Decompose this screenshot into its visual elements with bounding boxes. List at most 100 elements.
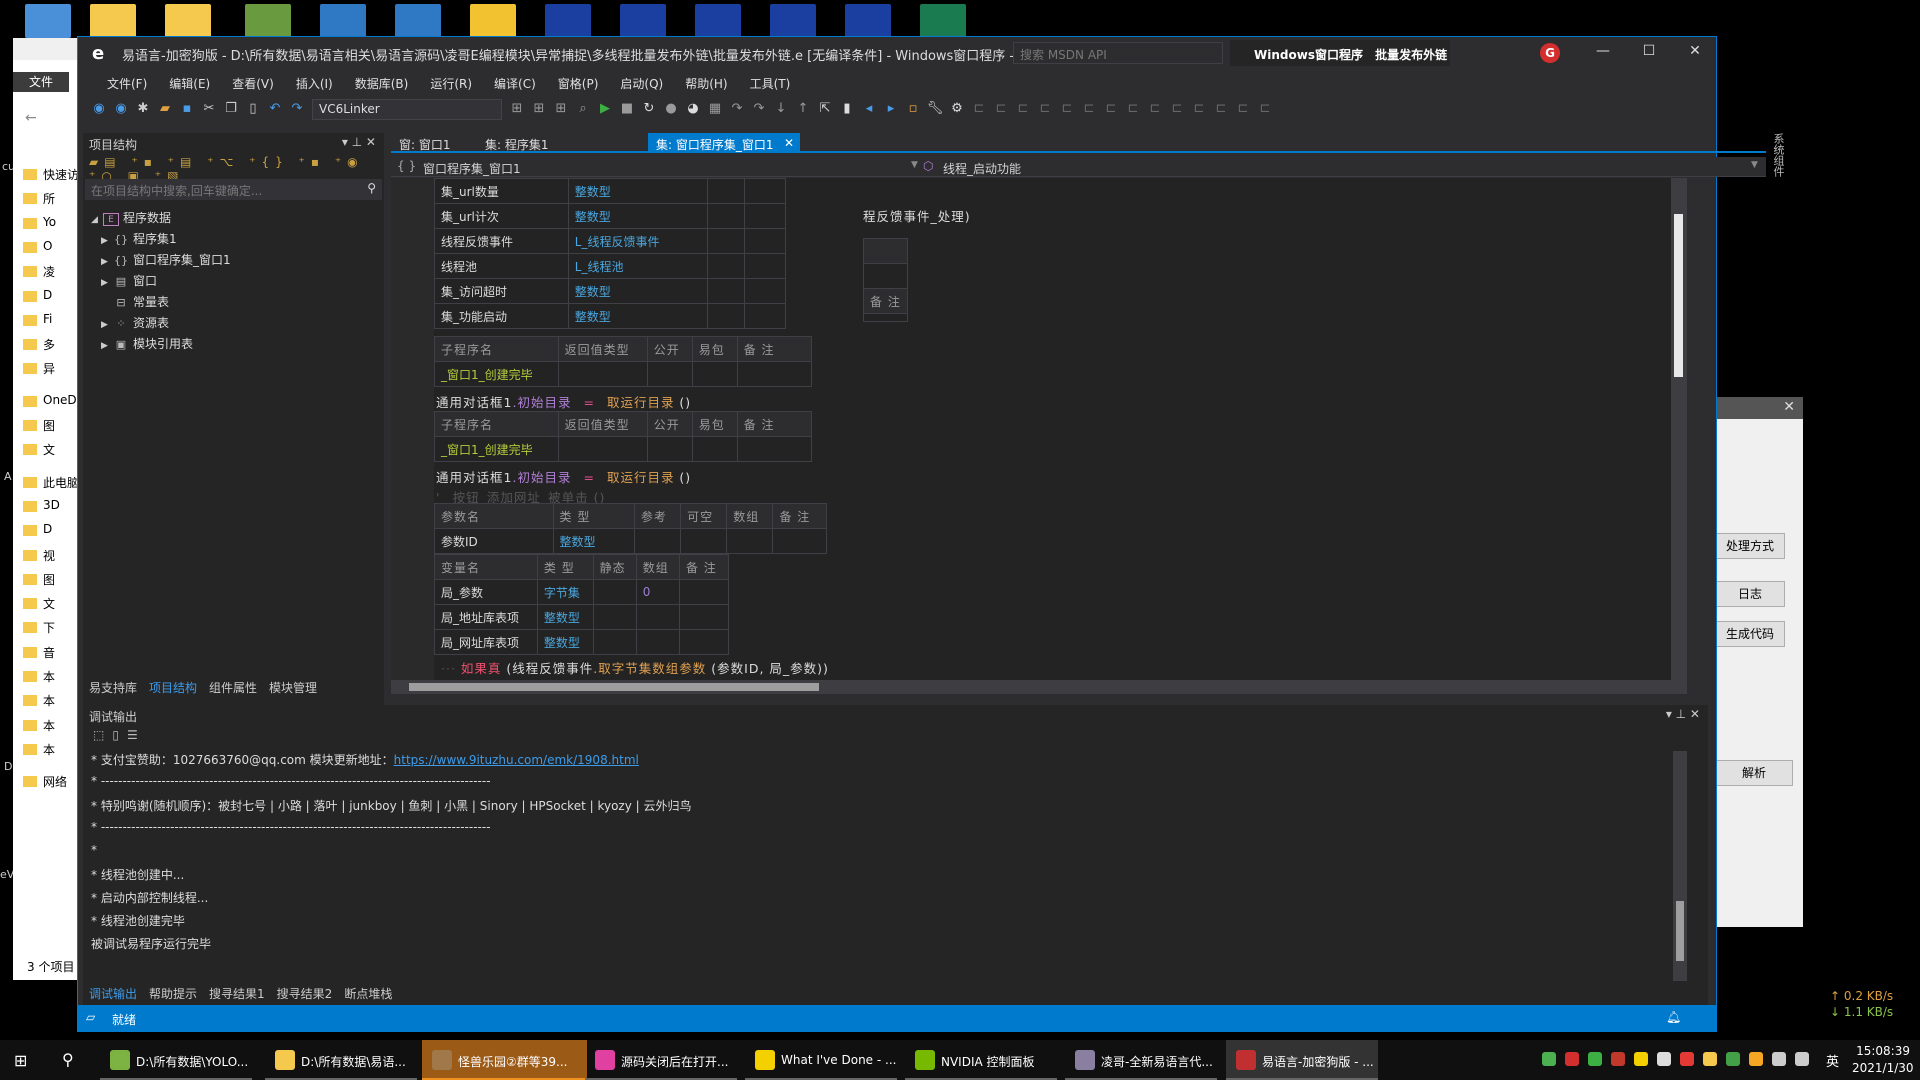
table-cell[interactable] — [646, 436, 693, 462]
menu-4[interactable]: 数据库(B) — [344, 71, 420, 96]
menu-8[interactable]: 启动(Q) — [609, 71, 674, 96]
restart-icon[interactable]: ↻ — [640, 100, 658, 118]
menu-1[interactable]: 编辑(E) — [158, 71, 221, 96]
bookmark-next-icon[interactable]: ▸ — [882, 100, 900, 118]
panel-tab[interactable]: 项目结构 — [143, 677, 204, 698]
panel-tab[interactable]: 帮助提示 — [143, 983, 203, 1004]
align-icon[interactable]: ⊏ — [1036, 100, 1054, 118]
table-cell[interactable]: 0 — [635, 579, 680, 605]
editor-horizontal-scrollbar[interactable] — [391, 680, 1687, 694]
explorer-file-tab[interactable]: 文件 — [13, 72, 69, 92]
method-selector[interactable]: 线程_启动功能 — [943, 160, 1021, 177]
bookmark-icon[interactable]: ▮ — [838, 100, 856, 118]
step-icon[interactable]: ↷ — [750, 100, 768, 118]
tray-icon[interactable] — [1772, 1052, 1786, 1066]
project-search-input[interactable]: 在项目结构中搜索,回车键确定... ⚲ — [85, 179, 382, 200]
scroll-thumb[interactable] — [409, 683, 819, 691]
table-cell[interactable] — [706, 203, 746, 229]
chevron-down-icon[interactable]: ▼ — [911, 160, 918, 170]
clear-icon[interactable]: ☰ — [127, 728, 146, 742]
table-cell[interactable] — [592, 604, 637, 630]
table-cell[interactable]: 局_网址库表项 — [434, 629, 538, 655]
align-icon[interactable]: ⊏ — [1102, 100, 1120, 118]
parse-button[interactable]: 解析 — [1715, 760, 1793, 786]
table-cell[interactable] — [678, 579, 730, 605]
tray-icon[interactable] — [1634, 1052, 1648, 1066]
log-button[interactable]: 日志 — [1715, 581, 1785, 607]
dialog-close-icon[interactable]: ✕ — [1717, 397, 1803, 419]
table-cell[interactable] — [744, 203, 786, 229]
step-icon[interactable]: ↷ — [728, 100, 746, 118]
panel-close-icon[interactable]: ▾ ⊥ ✕ — [342, 135, 376, 149]
tray-icon[interactable] — [1749, 1052, 1763, 1066]
table-cell[interactable] — [557, 436, 648, 462]
table-cell[interactable]: 局_地址库表项 — [434, 604, 538, 630]
table-cell[interactable]: 局_参数 — [434, 579, 538, 605]
panel-tab[interactable]: 搜寻结果1 — [203, 983, 271, 1004]
table-cell[interactable]: _窗口1_创建完毕 — [434, 436, 559, 462]
table-cell[interactable] — [691, 436, 738, 462]
module-update-link[interactable]: https://www.9ituzhu.com/emk/1908.html — [394, 753, 639, 767]
table-cell[interactable]: _窗口1_创建完毕 — [434, 361, 559, 387]
minimize-button[interactable]: — — [1588, 43, 1618, 65]
forward-icon[interactable]: ◉ — [112, 100, 130, 118]
tree-item[interactable]: ▶ ▣ 模块引用表 — [101, 335, 193, 355]
tree-item[interactable]: ▶{} 程序集1 — [101, 230, 177, 250]
table-cell[interactable]: 线程反馈事件 — [434, 228, 569, 254]
align-icon[interactable]: ⊏ — [992, 100, 1010, 118]
table-cell[interactable] — [744, 178, 786, 204]
panel-tab[interactable]: 易支持库 — [83, 677, 143, 698]
editor-vertical-scrollbar[interactable] — [1671, 178, 1687, 680]
cut-icon[interactable]: ✂ — [200, 100, 218, 118]
align-icon[interactable]: ⊏ — [1080, 100, 1098, 118]
desktop-shortcut-icon[interactable] — [90, 4, 136, 38]
linker-select[interactable]: VC6Linker — [312, 99, 502, 120]
table-cell[interactable]: 整数型 — [552, 528, 635, 554]
table-cell[interactable] — [744, 303, 786, 329]
run-icon[interactable]: ▶ — [596, 100, 614, 118]
debug-icon[interactable]: ◕ — [684, 100, 702, 118]
maximize-button[interactable]: ☐ — [1634, 43, 1664, 65]
select-icon[interactable]: ⬚ — [93, 728, 112, 742]
panel-close-icon[interactable]: ▾ ⊥ ✕ — [1666, 707, 1700, 721]
expand-arrow-icon[interactable]: ▶ — [101, 320, 113, 330]
expand-arrow-icon[interactable]: ▶ — [101, 236, 113, 246]
table-cell[interactable] — [706, 253, 746, 279]
menu-3[interactable]: 插入(I) — [285, 71, 344, 96]
table-cell[interactable] — [744, 253, 786, 279]
desktop-shortcut-icon[interactable] — [245, 4, 291, 38]
tray-icon[interactable] — [1795, 1052, 1809, 1066]
wrench-icon[interactable]: 🔧︎ — [926, 100, 944, 118]
table-cell[interactable] — [633, 528, 682, 554]
tab-close-icon[interactable]: ✕ — [784, 136, 794, 150]
table-cell[interactable]: 整数型 — [567, 203, 708, 229]
desktop-shortcut-icon[interactable] — [620, 4, 666, 38]
taskbar-item[interactable]: D:\所有数据\YOLO... — [100, 1040, 252, 1080]
taskbar-item[interactable]: 怪兽乐园②群等39... — [422, 1040, 587, 1080]
table-cell[interactable] — [592, 579, 637, 605]
table-cell[interactable]: L_线程反馈事件 — [567, 228, 708, 254]
table-cell[interactable] — [592, 629, 637, 655]
clock[interactable]: 15:08:39 2021/1/30 — [1852, 1044, 1914, 1075]
stop-icon[interactable]: ■ — [618, 100, 636, 118]
save-icon[interactable]: ▪ — [178, 100, 196, 118]
table-cell[interactable] — [646, 361, 693, 387]
copy-icon[interactable]: ❐ — [222, 100, 240, 118]
desktop-shortcut-icon[interactable] — [470, 4, 516, 38]
process-mode-button[interactable]: 处理方式 — [1715, 533, 1785, 559]
panel-tab[interactable]: 搜寻结果2 — [271, 983, 339, 1004]
table-cell[interactable] — [706, 303, 746, 329]
table-cell[interactable] — [680, 528, 728, 554]
align-icon[interactable]: ⊏ — [1058, 100, 1076, 118]
table-cell[interactable] — [678, 604, 730, 630]
menu-7[interactable]: 窗格(P) — [547, 71, 610, 96]
table-cell[interactable] — [736, 361, 813, 387]
table-cell[interactable] — [691, 361, 738, 387]
table-cell[interactable] — [706, 278, 746, 304]
panel-tab[interactable]: 调试输出 — [83, 983, 144, 1004]
desktop-shortcut-icon[interactable] — [320, 4, 366, 38]
close-button[interactable]: ✕ — [1680, 43, 1710, 65]
editor-tab[interactable]: 集: 窗口程序集_窗口1 ✕ — [648, 133, 800, 153]
gear-icon[interactable]: ⚙ — [948, 100, 966, 118]
table-cell[interactable]: 集_功能启动 — [434, 303, 569, 329]
